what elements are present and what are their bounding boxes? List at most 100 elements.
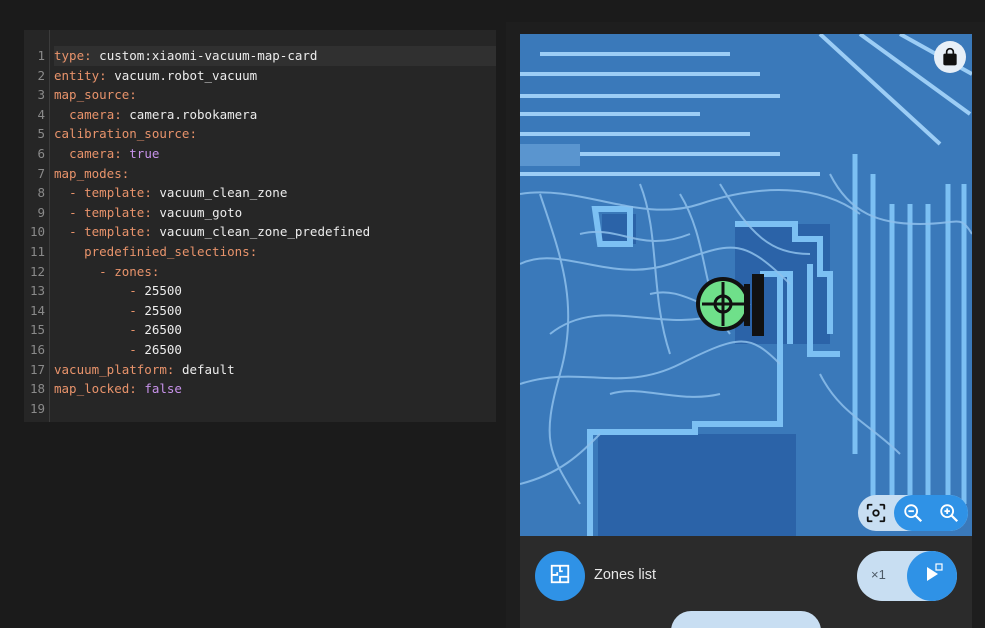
code-value: 25500 <box>144 302 182 318</box>
code-line[interactable]: camera: camera.robokamera <box>54 105 496 125</box>
code-value: vacuum_clean_zone_predefined <box>159 224 371 240</box>
code-dash: - <box>129 302 145 318</box>
line-number: 3 <box>37 87 45 103</box>
magnify-minus-icon <box>902 502 924 524</box>
map-controls: Zones list ×1 <box>520 536 972 628</box>
code-line[interactable]: map_modes: <box>54 164 496 184</box>
line-number-gutter: 1 2 3 4 5 6 7 8 9 10 11 12 13 14 15 16 17 18 19 <box>24 30 50 422</box>
mode-selector-button[interactable] <box>535 551 585 601</box>
code-line[interactable]: - 25500 <box>54 281 496 301</box>
code-line[interactable]: predefinied_selections: <box>54 242 496 262</box>
code-value: 26500 <box>144 322 182 338</box>
code-key: template <box>84 204 145 220</box>
code-key: map_locked <box>54 381 130 397</box>
line-number: 5 <box>37 126 45 142</box>
line-number: 9 <box>37 204 45 220</box>
code-colon: : <box>144 204 160 220</box>
code-dash: - <box>129 342 145 357</box>
zoom-fit-button[interactable] <box>858 495 894 531</box>
code-value: 26500 <box>144 342 182 357</box>
code-colon: : <box>144 224 160 240</box>
vacuum-map[interactable] <box>520 34 972 536</box>
code-line[interactable]: camera: true <box>54 144 496 164</box>
floor-plan-icon <box>549 563 571 590</box>
code-key: vacuum_platform <box>54 361 167 377</box>
code-key: type <box>54 48 85 63</box>
mode-label[interactable]: Zones list <box>594 567 656 583</box>
room-block <box>598 434 796 536</box>
line-number: 18 <box>29 381 45 397</box>
code-value: true <box>129 146 160 161</box>
run-controls: ×1 <box>857 551 957 601</box>
code-line[interactable]: map_locked: false <box>54 379 496 399</box>
line-number: 13 <box>29 283 45 299</box>
play-icon <box>920 562 944 591</box>
code-value: custom:xiaomi-vacuum-map-card <box>99 48 318 63</box>
code-colon: : <box>114 106 130 122</box>
code-key: camera <box>69 146 115 161</box>
line-number: 14 <box>29 302 45 318</box>
code-colon: : <box>249 244 258 259</box>
code-line[interactable]: - template: vacuum_goto <box>54 203 496 223</box>
code-line[interactable] <box>54 399 496 419</box>
code-colon: : <box>166 361 182 377</box>
vacuum-map-card: Zones list ×1 <box>506 22 985 628</box>
code-line[interactable]: vacuum_platform: default <box>54 360 496 380</box>
zoom-buttons <box>894 495 968 531</box>
code-key: entity <box>54 67 100 83</box>
code-line[interactable]: - zones: <box>54 262 496 282</box>
code-colon: : <box>151 263 160 279</box>
code-colon: : <box>121 165 130 181</box>
code-colon: : <box>114 146 130 161</box>
code-colon: : <box>129 87 137 103</box>
code-value: false <box>144 381 182 397</box>
code-value: vacuum.robot_vacuum <box>114 67 258 83</box>
code-line[interactable]: type: custom:xiaomi-vacuum-map-card <box>54 46 496 66</box>
code-line[interactable]: calibration_source: <box>54 124 496 144</box>
line-number: 11 <box>29 244 45 259</box>
code-key: map_modes <box>54 165 122 181</box>
code-value: 25500 <box>144 283 182 299</box>
code-line[interactable]: - template: vacuum_clean_zone <box>54 183 496 203</box>
line-number: 7 <box>37 165 45 181</box>
line-number: 17 <box>29 361 45 377</box>
line-number: 4 <box>37 106 45 122</box>
code-key: predefinied_selections <box>84 244 250 259</box>
code-line[interactable]: - 26500 <box>54 340 496 360</box>
zoom-in-button[interactable] <box>931 495 967 531</box>
line-number: 2 <box>37 67 45 83</box>
line-number: 8 <box>37 185 45 201</box>
yaml-code-editor[interactable]: 1 2 3 4 5 6 7 8 9 10 11 12 13 14 15 16 17 18 19 type: cust… <box>24 30 496 422</box>
code-value: camera.robokamera <box>129 106 258 122</box>
code-line[interactable]: map_source: <box>54 85 496 105</box>
zoom-out-button[interactable] <box>895 495 931 531</box>
map-image <box>520 34 972 536</box>
code-line[interactable]: entity: vacuum.robot_vacuum <box>54 66 496 86</box>
code-colon: : <box>99 67 115 83</box>
code-colon: : <box>144 185 160 201</box>
lock-button[interactable] <box>934 41 966 73</box>
run-button[interactable] <box>907 551 957 601</box>
code-line[interactable]: - 25500 <box>54 301 496 321</box>
line-number: 1 <box>37 48 45 63</box>
line-number: 19 <box>29 400 45 416</box>
secondary-controls[interactable] <box>671 611 821 628</box>
code-dash: - <box>69 224 85 240</box>
code-colon: : <box>189 126 197 142</box>
code-colon: : <box>129 381 145 397</box>
code-value: vacuum_goto <box>159 204 243 220</box>
code-line[interactable]: - template: vacuum_clean_zone_predefined <box>54 222 496 242</box>
fit-to-screen-icon <box>865 502 887 524</box>
repeats-button[interactable]: ×1 <box>871 567 886 582</box>
line-number: 12 <box>29 263 45 279</box>
code-line[interactable]: - 26500 <box>54 320 496 340</box>
